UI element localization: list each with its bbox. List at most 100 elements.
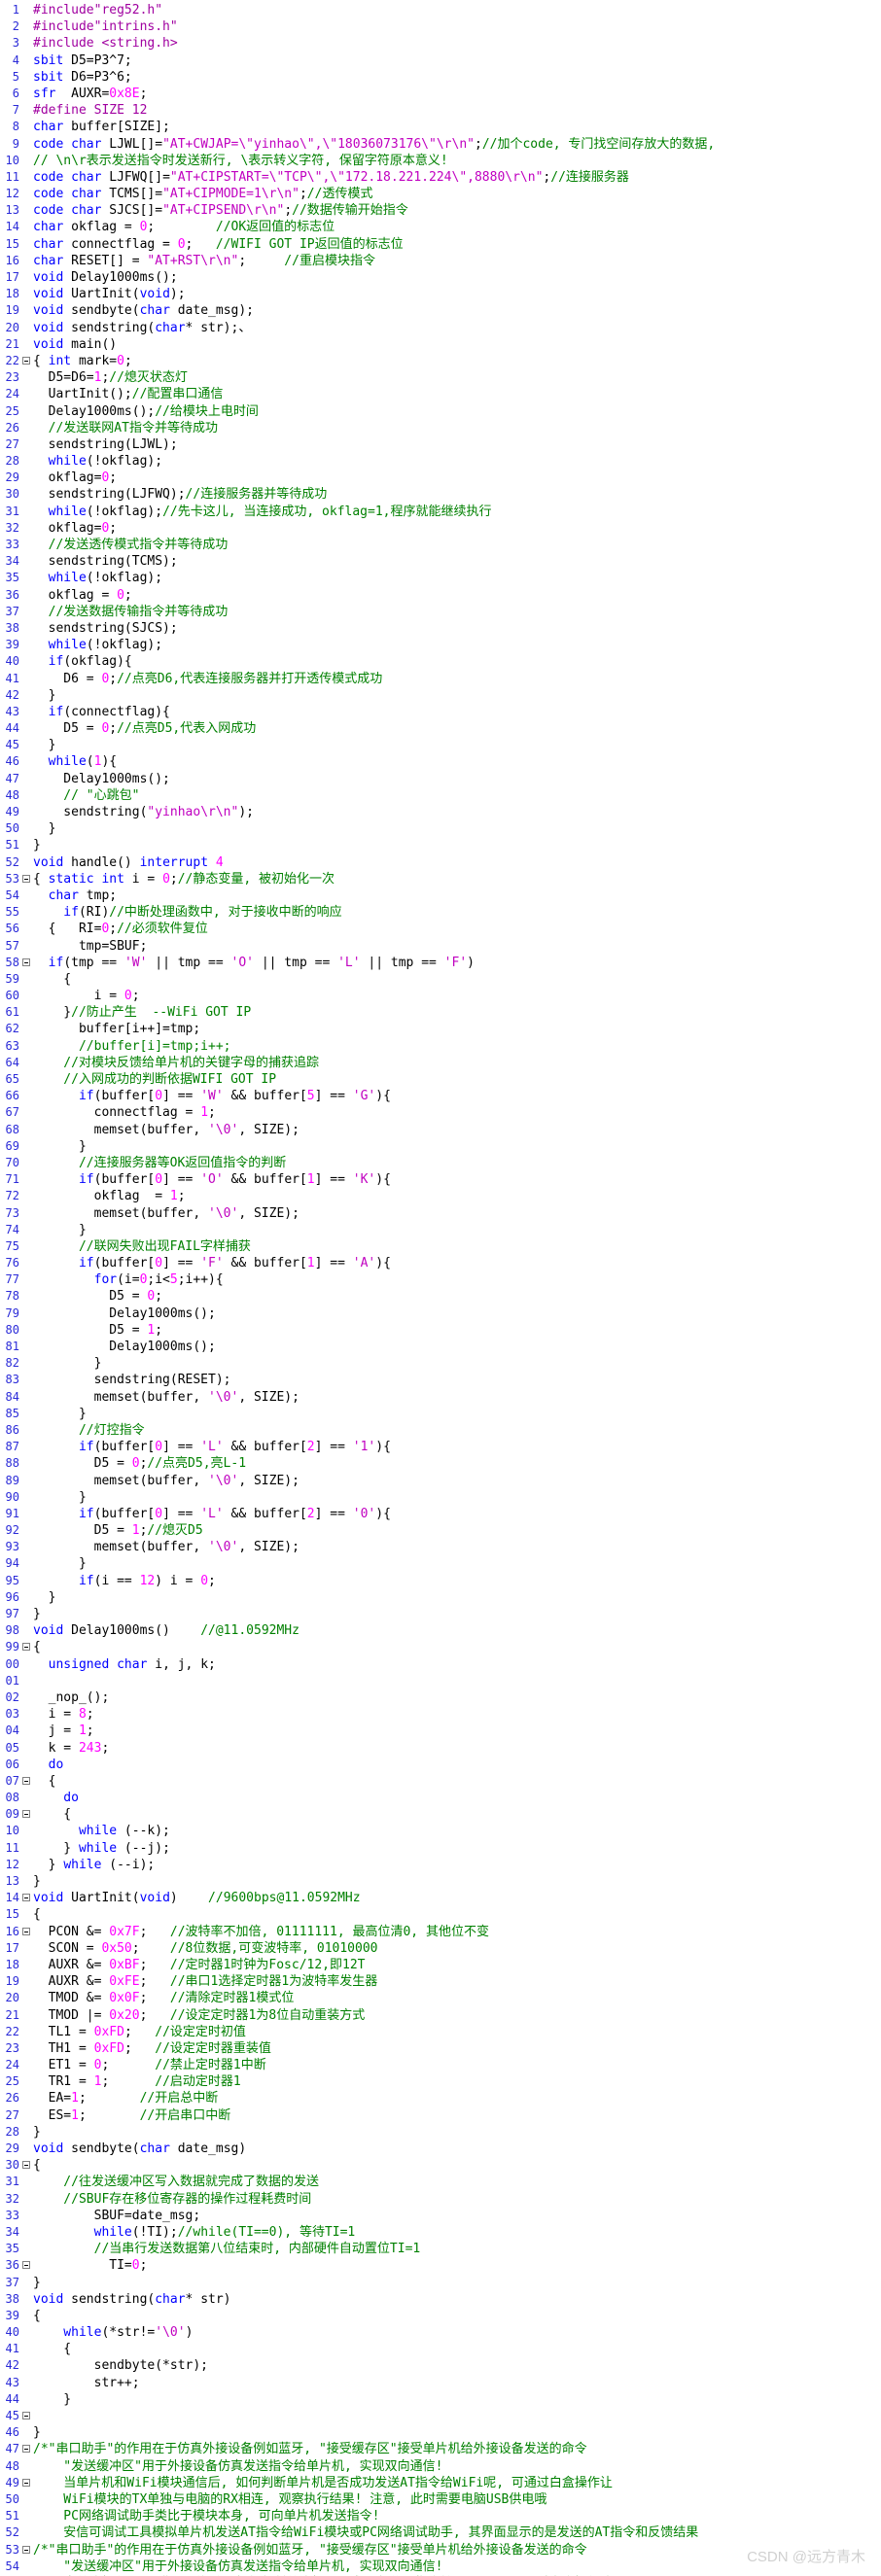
line-text: //buffer[i]=tmp;i++;	[33, 1038, 231, 1055]
code-token: //设定定时器1为8位自动重装方式	[169, 2007, 366, 2023]
code-token: (!okflag);	[86, 638, 163, 653]
code-token: //配置串口通信	[131, 387, 224, 402]
fold-toggle-icon[interactable]	[22, 874, 30, 883]
line-number: 46	[5, 754, 19, 769]
fold-toggle-icon[interactable]	[22, 2412, 30, 2419]
code-token: ){	[375, 1256, 391, 1271]
code-token: ] ==	[162, 1172, 201, 1188]
line-number: 76	[5, 1256, 19, 1271]
code-token: if	[33, 1573, 94, 1588]
code-token: }	[33, 2275, 41, 2290]
code-token: date_msg)	[169, 2141, 247, 2156]
code-token: if	[33, 955, 64, 970]
code-token: sendstring(	[33, 805, 148, 819]
code-token: RESET[] =	[63, 253, 148, 268]
code-token: (RI)	[78, 905, 110, 921]
line-text: //往发送缓冲区写入数据就完成了数据的发送	[33, 2174, 319, 2190]
code-token: ;	[123, 587, 132, 603]
code-token: }	[33, 1589, 56, 1605]
fold-toggle-icon[interactable]	[22, 2161, 30, 2170]
fold-toggle-icon[interactable]	[22, 1643, 30, 1652]
line-text: Delay1000ms();//给模块上电时间	[33, 403, 259, 420]
line-text: {	[33, 1773, 56, 1790]
code-token: && buffer[	[223, 1172, 307, 1188]
code-token: D5=P3^7;	[63, 52, 132, 68]
fold-toggle-icon[interactable]	[22, 957, 30, 966]
line-text: i = 8;	[33, 1706, 94, 1723]
code-token: TL1 =	[33, 2024, 94, 2039]
fold-toggle-icon[interactable]	[22, 2445, 30, 2454]
fold-toggle-icon[interactable]	[22, 356, 30, 365]
fold-toggle-icon[interactable]	[22, 2261, 30, 2270]
fold-toggle-icon[interactable]	[22, 1894, 30, 1902]
line-number: 33	[5, 538, 19, 551]
code-token: //熄灭D5	[147, 1523, 203, 1539]
line-text: memset(buffer, '\0', SIZE);	[33, 1389, 300, 1406]
code-token: ) i =	[155, 1573, 201, 1588]
code-token: 0x0F	[109, 1991, 140, 2006]
code-token: '\0'	[208, 1205, 239, 1221]
line-text: /*"串口助手"的作用在于仿真外接设备例如蓝牙, "接受缓存区"接受单片机给外接…	[33, 2441, 587, 2457]
code-token: Delay1000ms();	[33, 1340, 216, 1354]
code-token: //加个code, 专门找空间存放大的数据,	[481, 136, 716, 152]
code-token: k =	[33, 1740, 79, 1756]
code-token: ;	[86, 1723, 94, 1739]
code-token: 12	[139, 1573, 156, 1588]
line-number: 74	[5, 1222, 19, 1236]
line-number: 67	[5, 1105, 19, 1120]
code-editor[interactable]: 1 #include"reg52.h" 2 #include"intrins.h" 3 #…	[0, 0, 881, 2576]
code-token: 'L'	[200, 1506, 224, 1521]
line-number: 17	[5, 1940, 19, 1955]
code-token: || tmp ==	[360, 955, 444, 970]
line-number: 42	[5, 2358, 19, 2373]
line-text: do	[33, 1790, 79, 1806]
code-token: memset(buffer,	[33, 1473, 209, 1488]
code-token: Delay1000ms();	[33, 403, 156, 419]
code-token: date_msg);	[169, 303, 254, 319]
line-number: 16	[5, 253, 19, 267]
code-token: if	[33, 1172, 94, 1188]
code-token: ;	[109, 470, 118, 486]
line-text: }	[33, 687, 56, 704]
code-token: char	[33, 253, 64, 268]
code-token: Delay1000ms();	[33, 1305, 216, 1321]
line-number: 13	[5, 203, 19, 218]
code-token: void	[139, 287, 170, 302]
code-token: 'O'	[200, 1172, 224, 1188]
code-token: 1	[200, 1105, 209, 1121]
line-text: okflag=0;	[33, 470, 117, 486]
line-number: 28	[5, 2124, 19, 2139]
line-text: while(!okflag);//先卡这儿, 当连接成功, okflag=1,程…	[33, 504, 492, 520]
code-token: char	[155, 320, 186, 335]
code-token: )	[169, 1891, 209, 1906]
fold-toggle-icon[interactable]	[22, 1810, 30, 1819]
fold-toggle-icon[interactable]	[22, 1927, 30, 1935]
line-text: memset(buffer, '\0', SIZE);	[33, 1539, 300, 1555]
fold-toggle-icon[interactable]	[22, 2478, 30, 2487]
line-text: }	[33, 1222, 87, 1238]
code-token: ;	[123, 2024, 156, 2039]
line-text: //联网失败出现FAIL字样捕获	[33, 1238, 251, 1255]
code-token: ;	[147, 220, 216, 235]
code-token: ;	[101, 1740, 110, 1756]
code-token: char	[71, 203, 102, 219]
code-token: buffer[i++]=tmp;	[33, 1022, 201, 1037]
line-number: 30	[5, 487, 19, 502]
code-token: ;	[101, 2074, 156, 2090]
code-token: if	[33, 704, 64, 719]
code-token: 243	[78, 1740, 102, 1756]
code-token: // "心跳包"	[33, 787, 140, 803]
line-number: 93	[5, 1540, 19, 1554]
code-token: //数据传输开始指令	[292, 203, 408, 219]
line-number: 73	[5, 1205, 19, 1220]
line-text: }	[33, 1555, 87, 1572]
fold-toggle-icon[interactable]	[22, 2545, 30, 2554]
line-text: do	[33, 1757, 64, 1773]
line-number: 10	[5, 1824, 19, 1838]
line-text: char buffer[SIZE];	[33, 119, 170, 135]
fold-toggle-icon[interactable]	[22, 1776, 30, 1785]
code-token: while	[33, 504, 87, 519]
code-token: ;	[284, 203, 293, 219]
line-number: 43	[5, 704, 19, 718]
code-token: //禁止定时器1中断	[155, 2058, 266, 2073]
